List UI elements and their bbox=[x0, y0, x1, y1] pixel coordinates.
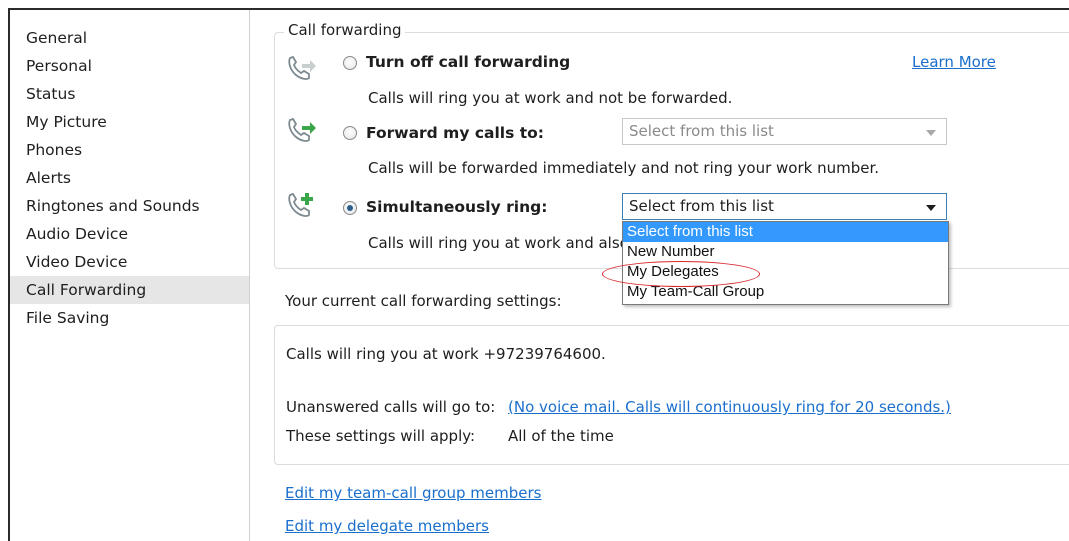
radio-simultaneous-ring[interactable] bbox=[343, 201, 357, 215]
chevron-down-icon bbox=[926, 205, 936, 211]
learn-more-link[interactable]: Learn More bbox=[912, 53, 996, 71]
unanswered-calls-label: Unanswered calls will go to: bbox=[286, 398, 496, 416]
sidebar-item-alerts[interactable]: Alerts bbox=[10, 164, 249, 192]
sidebar-item-audio-device[interactable]: Audio Device bbox=[10, 220, 249, 248]
sidebar-item-personal[interactable]: Personal bbox=[10, 52, 249, 80]
sidebar-item-ringtones[interactable]: Ringtones and Sounds bbox=[10, 192, 249, 220]
voicemail-settings-link[interactable]: (No voice mail. Calls will continuously … bbox=[508, 398, 951, 416]
annotation-highlight-ellipse bbox=[602, 261, 760, 287]
edit-delegates-link[interactable]: Edit my delegate members bbox=[285, 517, 489, 535]
dropdown-option-new-number[interactable]: New Number bbox=[623, 242, 948, 262]
option-simultaneous-label: Simultaneously ring: bbox=[366, 198, 548, 216]
option-simultaneous-description: Calls will ring you at work and also bbox=[368, 234, 629, 252]
ring-at-work-text: Calls will ring you at work +97239764600… bbox=[286, 345, 606, 363]
sidebar-item-my-picture[interactable]: My Picture bbox=[10, 108, 249, 136]
settings-apply-value: All of the time bbox=[508, 427, 614, 445]
option-forward-description: Calls will be forwarded immediately and … bbox=[368, 159, 880, 177]
settings-apply-label: These settings will apply: bbox=[286, 427, 476, 445]
sidebar-item-file-saving[interactable]: File Saving bbox=[10, 304, 249, 332]
sidebar-item-status[interactable]: Status bbox=[10, 80, 249, 108]
simultaneous-ring-select[interactable]: Select from this list bbox=[622, 193, 947, 220]
phone-forward-icon bbox=[288, 55, 316, 80]
radio-turn-off[interactable] bbox=[343, 56, 357, 70]
options-sidebar: General Personal Status My Picture Phone… bbox=[10, 10, 250, 541]
chevron-down-icon bbox=[926, 130, 936, 136]
option-turn-off-description: Calls will ring you at work and not be f… bbox=[368, 89, 733, 107]
group-title: Call forwarding bbox=[284, 21, 406, 39]
forward-target-select[interactable]: Select from this list bbox=[622, 118, 947, 145]
phone-forward-active-icon bbox=[288, 117, 316, 142]
radio-forward-calls[interactable] bbox=[343, 126, 357, 140]
sidebar-item-call-forwarding[interactable]: Call Forwarding bbox=[10, 276, 249, 304]
current-settings-label: Your current call forwarding settings: bbox=[285, 292, 562, 310]
option-forward-label: Forward my calls to: bbox=[366, 124, 544, 142]
phone-add-icon bbox=[288, 192, 313, 217]
dropdown-option-select-from-list[interactable]: Select from this list bbox=[623, 222, 948, 242]
sidebar-item-phones[interactable]: Phones bbox=[10, 136, 249, 164]
sidebar-item-video-device[interactable]: Video Device bbox=[10, 248, 249, 276]
simultaneous-select-value: Select from this list bbox=[629, 197, 774, 215]
forward-select-value: Select from this list bbox=[629, 122, 774, 140]
edit-team-call-link[interactable]: Edit my team-call group members bbox=[285, 484, 541, 502]
sidebar-item-general[interactable]: General bbox=[10, 24, 249, 52]
option-turn-off-label: Turn off call forwarding bbox=[366, 53, 571, 71]
